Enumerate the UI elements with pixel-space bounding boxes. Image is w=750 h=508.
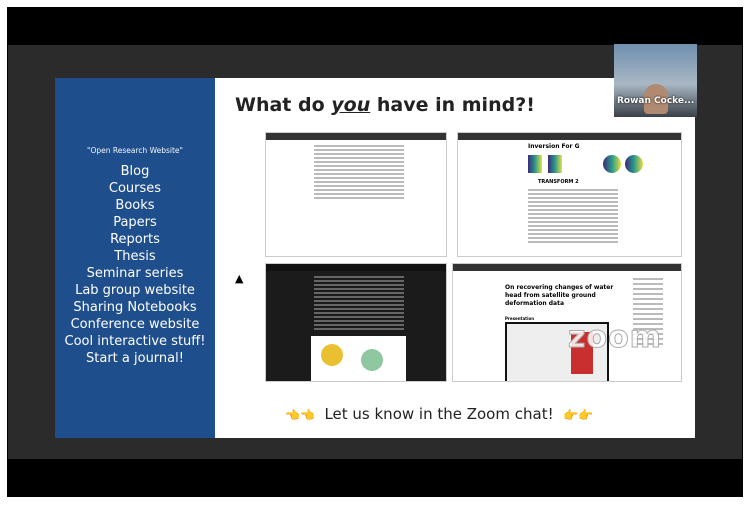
text-line [528,189,618,191]
text-line [528,225,618,227]
text-line [633,313,663,315]
list-item: Seminar series [86,266,184,281]
thumbnail-tutorial-site: Inversion For G TRANSFORM 2 [457,132,682,257]
text-line [314,157,404,159]
text-line [314,296,404,298]
footer-text: Let us know in the Zoom chat! [324,405,554,423]
slide-footer: 👈👈 Let us know in the Zoom chat! 👉👉 [285,405,593,423]
thumb-subheading: TRANSFORM 2 [538,179,579,185]
pointing-left-icon: 👈👈 [285,408,315,422]
text-line [314,177,404,179]
text-line [528,229,618,231]
text-line [528,221,618,223]
text-line [314,169,404,171]
text-line [314,165,404,167]
text-line [314,149,404,151]
text-line [633,283,663,285]
text-line [528,201,618,203]
list-item: Lab group website [75,283,195,298]
text-line [633,293,663,295]
text-line [314,292,404,294]
text-line [528,213,618,215]
list-item: Thesis [114,249,156,264]
text-line [633,298,663,300]
text-line [314,189,404,191]
text-line [314,288,404,290]
pointing-right-icon: 👉👉 [563,408,594,422]
text-line [633,308,663,310]
text-line [314,181,404,183]
text-line [314,193,404,195]
text-line [633,303,663,305]
presentation-slide: "Open Research Website" Blog Courses Books… [55,78,695,438]
text-line [528,241,618,243]
list-item: Sharing Notebooks [73,300,197,315]
text-line [314,328,404,330]
list-item: Reports [110,232,160,247]
text-line [528,197,618,199]
thumbnail-dark-site [265,263,447,382]
thumbnail-book-site [265,132,447,257]
left-panel: "Open Research Website" Blog Courses Books… [55,78,215,438]
text-line [528,237,618,239]
text-line [314,312,404,314]
text-line [314,284,404,286]
participant-name: Rowan Cocke... [617,96,695,106]
text-line [314,145,404,147]
text-line [314,320,404,322]
text-line [528,193,618,195]
participant-video[interactable]: Rowan Cocke... [614,44,697,117]
text-line [314,173,404,175]
text-line [528,205,618,207]
list-item: Conference website [70,317,200,332]
thumb-heading: On recovering changes of water head from… [505,284,614,307]
text-line [314,197,404,199]
text-line [528,209,618,211]
text-line [633,288,663,290]
title-part: What do [235,94,332,116]
thumb-section: Presentation [505,316,535,321]
panel-subtitle: "Open Research Website" [87,146,183,155]
text-line [314,161,404,163]
list-item: Books [115,198,155,213]
text-line [314,153,404,155]
list-item: Blog [120,164,150,179]
text-line [314,316,404,318]
title-emphasis: you [331,94,371,116]
list-item: Courses [108,181,162,196]
zoom-watermark: zoom [568,320,662,356]
text-line [633,278,663,280]
title-part: have in mind?! [370,94,535,116]
mouse-cursor-icon: ▲ [235,272,244,285]
text-line [528,217,618,219]
text-line [314,300,404,302]
text-line [314,280,404,282]
thumb-heading: Inversion For G [528,143,580,150]
text-line [314,276,404,278]
slide-title: What do you have in mind?! [235,94,535,116]
list-item: Cool interactive stuff! [64,334,206,349]
text-line [314,185,404,187]
text-line [314,308,404,310]
list-item: Papers [113,215,157,230]
text-line [314,324,404,326]
text-line [314,304,404,306]
text-line [528,233,618,235]
list-item: Start a journal! [86,351,184,366]
